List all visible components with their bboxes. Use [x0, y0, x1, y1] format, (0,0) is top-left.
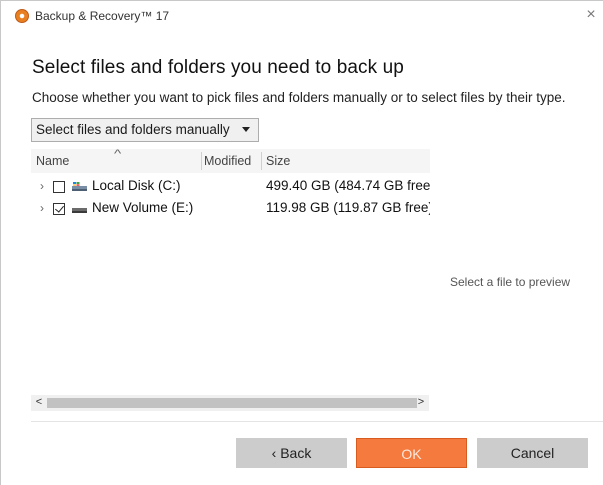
cancel-button[interactable]: Cancel	[477, 438, 588, 468]
app-logo-icon	[15, 9, 29, 23]
row-size: 499.40 GB (484.74 GB free)	[266, 178, 430, 193]
horizontal-scrollbar[interactable]: < >	[31, 395, 429, 411]
back-button[interactable]: ‹ Back	[236, 438, 347, 468]
footer-divider	[31, 421, 603, 422]
row-label: Local Disk (C:)	[92, 178, 181, 193]
window-title: Backup & Recovery™ 17	[35, 9, 170, 23]
scrollbar-thumb[interactable]	[47, 398, 417, 408]
close-icon[interactable]: ×	[578, 1, 603, 31]
row-size: 119.98 GB (119.87 GB free)	[266, 200, 430, 215]
tree-header: ^ Name Modified Size	[31, 148, 430, 173]
tree-row-new-volume[interactable]: › New Volume (E:) 119.98 GB (119.87 GB f…	[31, 198, 430, 220]
tree-row-local-disk[interactable]: › Local Disk (C:) 499.40 GB (484.74 GB f…	[31, 176, 430, 198]
scroll-right-icon[interactable]: >	[415, 396, 427, 408]
row-checkbox[interactable]	[53, 181, 65, 193]
row-label: New Volume (E:)	[92, 200, 194, 215]
chevron-down-icon	[242, 127, 250, 132]
column-divider[interactable]	[261, 152, 262, 170]
expand-chevron-icon[interactable]: ›	[36, 201, 48, 215]
selection-mode-value: Select files and folders manually	[36, 122, 230, 137]
column-header-modified[interactable]: Modified	[204, 154, 251, 168]
ok-button[interactable]: OK	[356, 438, 467, 468]
column-header-size[interactable]: Size	[266, 154, 290, 168]
system-drive-icon	[72, 182, 87, 191]
drive-icon	[72, 208, 87, 213]
column-divider[interactable]	[201, 152, 202, 170]
selection-mode-dropdown[interactable]: Select files and folders manually	[31, 118, 259, 142]
preview-placeholder: Select a file to preview	[450, 275, 571, 289]
file-tree[interactable]: ^ Name Modified Size › Local Disk (C:) 4…	[31, 148, 430, 411]
title-bar: Backup & Recovery™ 17 ×	[1, 1, 603, 31]
page-title: Select files and folders you need to bac…	[32, 57, 404, 78]
backup-window: Backup & Recovery™ 17 × Select files and…	[0, 0, 603, 485]
page-description: Choose whether you want to pick files an…	[32, 90, 566, 105]
scroll-left-icon[interactable]: <	[33, 396, 45, 408]
expand-chevron-icon[interactable]: ›	[36, 179, 48, 193]
sort-ascending-icon: ^	[113, 148, 122, 160]
column-header-name[interactable]: Name	[36, 154, 69, 168]
row-checkbox-checked[interactable]	[53, 203, 65, 215]
